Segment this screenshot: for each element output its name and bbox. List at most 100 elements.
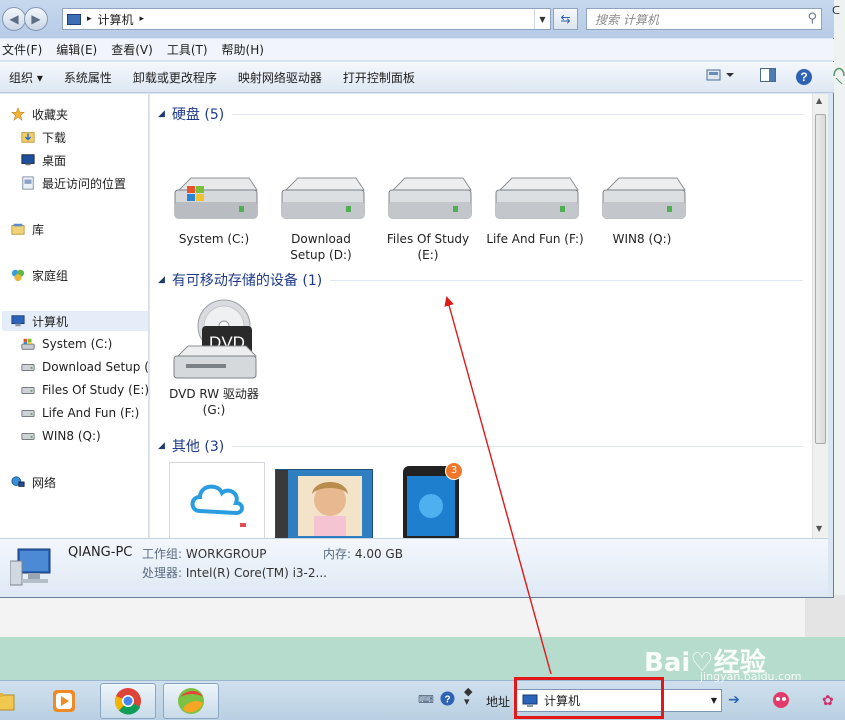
system-properties-button[interactable]: 系统属性	[64, 69, 112, 86]
forward-button[interactable]: ▶	[24, 7, 48, 31]
nav-drive-e[interactable]: Files Of Study (E:)	[20, 380, 157, 400]
group-header-hard-disks[interactable]: ◢ 硬盘 (5)	[158, 104, 803, 124]
nav-label: 网络	[32, 475, 57, 490]
background-window	[0, 595, 845, 637]
refresh-icon: ⇆	[560, 12, 571, 26]
chevron-down-icon[interactable]: ▼	[707, 690, 721, 711]
open-control-panel-button[interactable]: 打开控制面板	[343, 69, 415, 86]
watermark-url: jingyan.baidu.com	[700, 670, 802, 683]
preview-pane-button[interactable]	[760, 68, 776, 85]
workgroup-info: 工作组: WORKGROUP	[142, 545, 267, 562]
nav-homegroup[interactable]: 家庭组	[10, 265, 147, 285]
forward-arrow-icon: ▶	[31, 12, 41, 26]
menu-edit[interactable]: 编辑(E)	[54, 41, 105, 58]
breadcrumb-separator[interactable]: ▸	[87, 14, 92, 24]
help-icon[interactable]: ?	[440, 691, 455, 709]
scroll-up-arrow-icon[interactable]: ▲	[816, 96, 822, 105]
cloud-drive-icon	[190, 484, 246, 527]
menu-file[interactable]: 文件(F)	[0, 41, 50, 58]
cpu-value: Intel(R) Core(TM) i3-2...	[185, 566, 327, 580]
drive-label: WIN8 (Q:)	[612, 232, 672, 246]
drive-label-line2: (G:)	[202, 403, 226, 417]
back-button[interactable]: ◀	[2, 7, 26, 31]
svg-text:?: ?	[444, 695, 450, 706]
drive-item-e[interactable]: Files Of Study (E:)	[378, 172, 478, 263]
menu-view[interactable]: 查看(V)	[109, 41, 161, 58]
nav-computer[interactable]: 计算机	[2, 311, 148, 331]
refresh-button[interactable]: ⇆	[553, 8, 578, 30]
nav-downloads[interactable]: 下载	[20, 127, 157, 147]
nav-recent-places[interactable]: 最近访问的位置	[20, 173, 157, 193]
breadcrumb-computer[interactable]: 计算机	[98, 11, 134, 28]
organize-button[interactable]: 组织 ▾	[9, 69, 43, 86]
nav-drive-q[interactable]: WIN8 (Q:)	[20, 426, 157, 446]
drive-item-f[interactable]: Life And Fun (F:)	[485, 172, 585, 247]
menu-tools[interactable]: 工具(T)	[165, 41, 216, 58]
go-arrow-icon[interactable]: ➔	[724, 690, 744, 710]
menu-help[interactable]: 帮助(H)	[220, 41, 272, 58]
workgroup-key: 工作组:	[142, 547, 183, 561]
tray-app-icon[interactable]	[772, 691, 790, 709]
cpu-key: 处理器:	[142, 566, 183, 580]
scrollbar-thumb[interactable]	[815, 114, 826, 444]
nav-label: Life And Fun (F:)	[42, 406, 140, 420]
drive-item-d[interactable]: Download Setup (D:)	[271, 172, 371, 263]
group-divider	[232, 113, 803, 115]
search-input[interactable]: 搜索 计算机 ⚲	[586, 8, 822, 30]
nav-drive-c[interactable]: System (C:)	[20, 334, 157, 354]
nav-label: Files Of Study (E:)	[42, 383, 150, 397]
nav-label: System (C:)	[42, 337, 113, 351]
keyboard-icon[interactable]: ⌨	[418, 693, 434, 706]
taskbar-media-button[interactable]	[36, 683, 92, 719]
collapse-icon: ◢	[158, 109, 165, 119]
dvd-drive-item[interactable]: DVD DVD RW 驱动器 (G:)	[164, 298, 264, 418]
group-header-removable[interactable]: ◢ 有可移动存储的设备 (1)	[158, 270, 803, 290]
nav-desktop[interactable]: 桌面	[20, 150, 157, 170]
phone-app-item[interactable]: 3	[401, 462, 463, 538]
group-title: 其他 (3)	[171, 439, 225, 455]
preview-pane-icon	[760, 68, 776, 82]
dvd-drive-icon: DVD	[173, 299, 258, 379]
tray-flower-icon[interactable]: ✿	[822, 693, 834, 709]
photo-album-icon	[276, 470, 362, 538]
nav-drive-d[interactable]: Download Setup (D:)	[20, 357, 157, 377]
view-options-button[interactable]	[706, 68, 734, 85]
help-button[interactable]: ?	[795, 68, 813, 89]
drive-item-q[interactable]: WIN8 (Q:)	[592, 172, 692, 247]
explorer-window: ◀ ▶ ▸ 计算机 ▸ ▼ ⇆ 搜索 计算机 ⚲ 文件(F) 编辑(E) 查看(…	[0, 0, 834, 598]
map-network-drive-button[interactable]: 映射网络驱动器	[238, 69, 322, 86]
breadcrumb-separator[interactable]: ▸	[140, 14, 145, 24]
title-bar: ◀ ▶ ▸ 计算机 ▸ ▼ ⇆ 搜索 计算机 ⚲	[0, 0, 834, 38]
memory-key: 内存:	[323, 547, 352, 561]
folder-icon	[0, 693, 15, 711]
taskbar-explorer-button[interactable]	[0, 683, 30, 719]
address-bar[interactable]: ▸ 计算机 ▸ ▼	[62, 8, 551, 30]
address-dropdown-button[interactable]: ▼	[534, 9, 550, 29]
taskbar-chrome-button[interactable]	[100, 683, 156, 719]
drive-label-line2: (E:)	[417, 248, 439, 262]
system-drive-icon	[174, 177, 258, 219]
nav-libraries[interactable]: 库	[10, 219, 147, 239]
nav-favorites[interactable]: 收藏夹	[10, 104, 147, 124]
navigation-pane: 收藏夹 下载 桌面 最近访问的位置 库 家庭组 计算机 System (C:)	[0, 94, 157, 538]
menu-settings-icon[interactable]: ◆ ▾	[464, 686, 472, 707]
photo-album-item[interactable]	[275, 469, 373, 538]
cloud-app-item[interactable]	[169, 462, 265, 538]
vertical-scrollbar[interactable]: ▲ ▼	[812, 94, 828, 538]
uninstall-program-button[interactable]: 卸载或更改程序	[133, 69, 217, 86]
nav-network[interactable]: 网络	[10, 472, 147, 492]
nav-label: 家庭组	[32, 268, 69, 283]
hard-drive-icon	[495, 177, 579, 219]
menu-bar: 文件(F) 编辑(E) 查看(V) 工具(T) 帮助(H)	[0, 39, 834, 61]
address-toolbar-label: 地址	[486, 695, 511, 709]
star-icon	[11, 107, 25, 121]
group-header-other[interactable]: ◢ 其他 (3)	[158, 436, 803, 456]
scroll-down-arrow-icon[interactable]: ▼	[816, 524, 822, 533]
nav-drive-f[interactable]: Life And Fun (F:)	[20, 403, 157, 423]
cpu-info: 处理器: Intel(R) Core(TM) i3-2...	[142, 564, 327, 581]
taskbar-browser-button[interactable]	[163, 683, 219, 719]
desktop-icon	[21, 154, 35, 166]
drive-item-c[interactable]: System (C:)	[164, 172, 264, 247]
media-player-icon	[53, 690, 75, 712]
notification-badge: 3	[445, 462, 463, 480]
